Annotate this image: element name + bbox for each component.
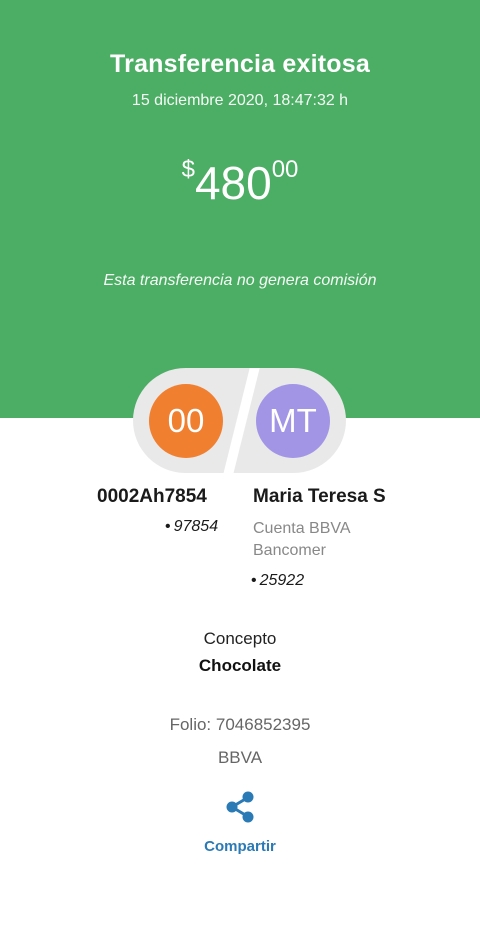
page-title: Transferencia exitosa bbox=[110, 50, 370, 78]
sender-number: • 97854 bbox=[165, 518, 218, 536]
transfer-datetime: 15 diciembre 2020, 18:47:32 h bbox=[131, 92, 349, 109]
concepto-value: Chocolate bbox=[198, 656, 282, 675]
sender-number-value: 97854 bbox=[173, 518, 219, 535]
sender-avatar: 00 bbox=[149, 384, 223, 458]
success-header: Transferencia exitosa 15 diciembre 2020,… bbox=[0, 0, 480, 418]
bullet-icon: • bbox=[251, 572, 257, 589]
bullet-icon: • bbox=[165, 518, 171, 535]
amount-cents: 00 bbox=[271, 156, 299, 183]
recipient-name: Maria Teresa S bbox=[253, 486, 386, 507]
amount-whole: 480 bbox=[194, 157, 272, 209]
concepto-label: Concepto bbox=[203, 629, 277, 648]
accounts-pill: 00 MT bbox=[133, 368, 346, 473]
share-button[interactable]: Compartir bbox=[204, 790, 276, 870]
share-label[interactable]: Compartir bbox=[188, 838, 292, 855]
share-icon[interactable] bbox=[224, 790, 256, 824]
recipient-avatar: MT bbox=[256, 384, 330, 458]
commission-notice: Esta transferencia no genera comisión bbox=[103, 272, 377, 289]
transfer-amount: $48000 bbox=[0, 156, 480, 209]
recipient-number-value: 25922 bbox=[259, 572, 305, 589]
sender-account: 0002Ah7854 bbox=[97, 486, 207, 507]
bank-name: BBVA bbox=[217, 748, 263, 767]
recipient-number: • 25922 bbox=[251, 572, 304, 590]
recipient-bank-line2: Bancomer bbox=[253, 542, 326, 559]
folio-number: Folio: 7046852395 bbox=[169, 715, 311, 734]
recipient-bank-line1: Cuenta BBVA bbox=[253, 520, 351, 537]
amount-currency: $ bbox=[181, 156, 195, 183]
